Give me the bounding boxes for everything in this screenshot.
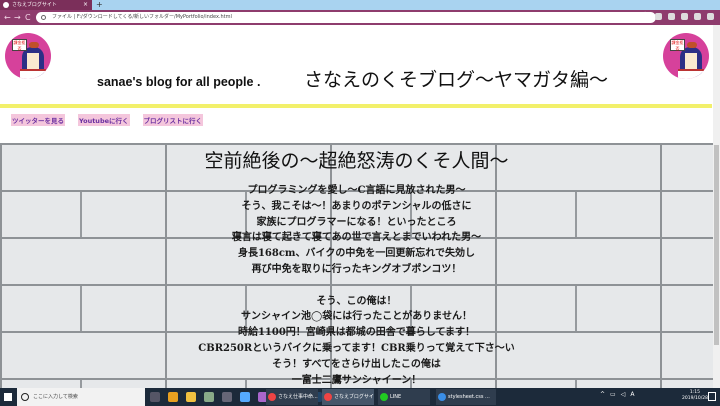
system-tray: ^ ▭ ◁ A — [600, 391, 634, 398]
task-view-icon[interactable] — [150, 392, 160, 402]
hero-line: 再び中免を取りに行ったキングオブポンコツ！ — [251, 263, 462, 275]
store-icon[interactable] — [168, 392, 178, 402]
avatar-right: 課金拒否 — [663, 33, 709, 79]
extension-icon[interactable] — [707, 13, 714, 20]
hero-line: そう、我こそは〜！あまりのポテンシャルの低さに — [241, 200, 472, 212]
site-subtitle: sanae's blog for all people . — [97, 75, 261, 89]
extensions — [655, 13, 720, 20]
network-icon[interactable]: ▭ — [610, 391, 616, 398]
youtube-link[interactable]: Youtubeに行く — [78, 114, 130, 126]
nav-links: ツイッターを見る Youtubeに行く ブログリストに行く — [11, 114, 203, 126]
taskbar-app-chrome[interactable]: さなえ仕事中命... — [266, 389, 318, 405]
toolbar: ← → C ファイル | F:/ダウンロードしてくる/新しいフォルダー/MyPo… — [0, 10, 720, 25]
windows-start-icon[interactable] — [4, 393, 12, 401]
blog-list-link[interactable]: ブログリストに行く — [142, 114, 203, 126]
notification-icon[interactable] — [708, 392, 716, 401]
address-text: ファイル | F:/ダウンロードしてくる/新しいフォルダー/MyPortfoli… — [52, 14, 232, 20]
reload-button[interactable]: C — [25, 12, 31, 23]
app-icon[interactable] — [240, 392, 250, 402]
search-placeholder: ここに入力して検索 — [33, 394, 78, 400]
cortana-icon — [21, 393, 29, 401]
app-icon[interactable] — [222, 392, 232, 402]
extension-icon[interactable] — [668, 13, 675, 20]
address-bar[interactable]: ファイル | F:/ダウンロードしてくる/新しいフォルダー/MyPortfoli… — [36, 12, 656, 23]
close-tab-icon[interactable]: × — [83, 0, 88, 10]
hero-line: 一富士二鷹サンシャイーン！ — [291, 374, 422, 386]
hero-line: そう！すべてをさらけ出したこの俺は — [272, 358, 441, 370]
tab-title: さなえブログサイト — [12, 2, 57, 8]
hero-line: サンシャイン池◯袋には行ったことがありません！ — [241, 311, 472, 323]
avatar-sign: 課金拒否 — [670, 39, 685, 51]
back-button[interactable]: ← — [4, 12, 11, 23]
taskbar-search[interactable]: ここに入力して検索 — [17, 388, 145, 406]
tab-strip: さなえブログサイト × + — [0, 0, 720, 10]
scrollbar-thumb[interactable] — [714, 145, 719, 345]
tab-active[interactable]: さなえブログサイト × — [0, 0, 92, 10]
header-divider — [0, 104, 712, 108]
app-icon[interactable] — [204, 392, 214, 402]
hero-line: 寝言は寝て起きて寝てあの世で言えとまでいわれた男〜 — [231, 232, 482, 244]
hero-line: CBR250Rというバイクに乗ってます！CBR乗りって覚えて下さ〜い — [198, 342, 515, 354]
hero-section: 空前絶後の〜超絶怒涛のくそ人間〜 プログラミングを愛し〜C言語に見放された男〜そ… — [0, 143, 713, 388]
taskbar-app-vscode[interactable]: stylesheet.css ... — [436, 389, 496, 405]
extension-icon[interactable] — [681, 13, 688, 20]
folder-icon[interactable] — [186, 392, 196, 402]
taskbar-app-chrome[interactable]: さなえブログサイ... — [322, 389, 374, 405]
hero-heading: 空前絶後の〜超絶怒涛のくそ人間〜 — [204, 150, 509, 172]
chevron-up-icon[interactable]: ^ — [600, 391, 605, 398]
forward-button[interactable]: → — [14, 12, 21, 23]
globe-icon — [3, 2, 9, 8]
hero-line: 身長168cm、バイクの中免を一回更新忘れで失効し — [237, 248, 476, 260]
twitter-link[interactable]: ツイッターを見る — [11, 114, 65, 126]
hero-line: 時給1100円！宮崎県は都城の田舎で暮らしてます！ — [237, 327, 476, 339]
hero-text: プログラミングを愛し〜C言語に見放された男〜 そう、我こそは〜！あまりのポテンシャ… — [0, 183, 713, 388]
hero-line: そう、この俺は！ — [316, 295, 397, 307]
hero-line: 家族にプログラマーになる！といったところ — [256, 216, 457, 228]
volume-icon[interactable]: ◁ — [621, 391, 626, 398]
info-icon — [41, 15, 46, 20]
scrollbar[interactable] — [713, 25, 720, 388]
extension-icon[interactable] — [694, 13, 701, 20]
extension-icon[interactable] — [655, 13, 662, 20]
ime-icon[interactable]: A — [630, 391, 634, 398]
avatar-left: 課金拒否 — [5, 33, 51, 79]
clock[interactable]: 1:15 2019/10/28 — [682, 390, 708, 402]
hero-line — [0, 278, 713, 294]
bookmark-star-icon[interactable]: ☆ — [641, 11, 649, 21]
new-tab-button[interactable]: + — [96, 0, 103, 10]
site-title: さなえのくそブログ〜ヤマガタ編〜 — [304, 69, 609, 91]
clock-date: 2019/10/28 — [682, 396, 708, 401]
taskbar-app-line[interactable]: LINE — [378, 389, 430, 405]
avatar-sign: 課金拒否 — [12, 39, 27, 51]
taskbar: ここに入力して検索 さなえ仕事中命... さなえブログサイ... LINE st… — [0, 388, 720, 406]
hero-line: プログラミングを愛し〜C言語に見放された男〜 — [247, 185, 466, 196]
